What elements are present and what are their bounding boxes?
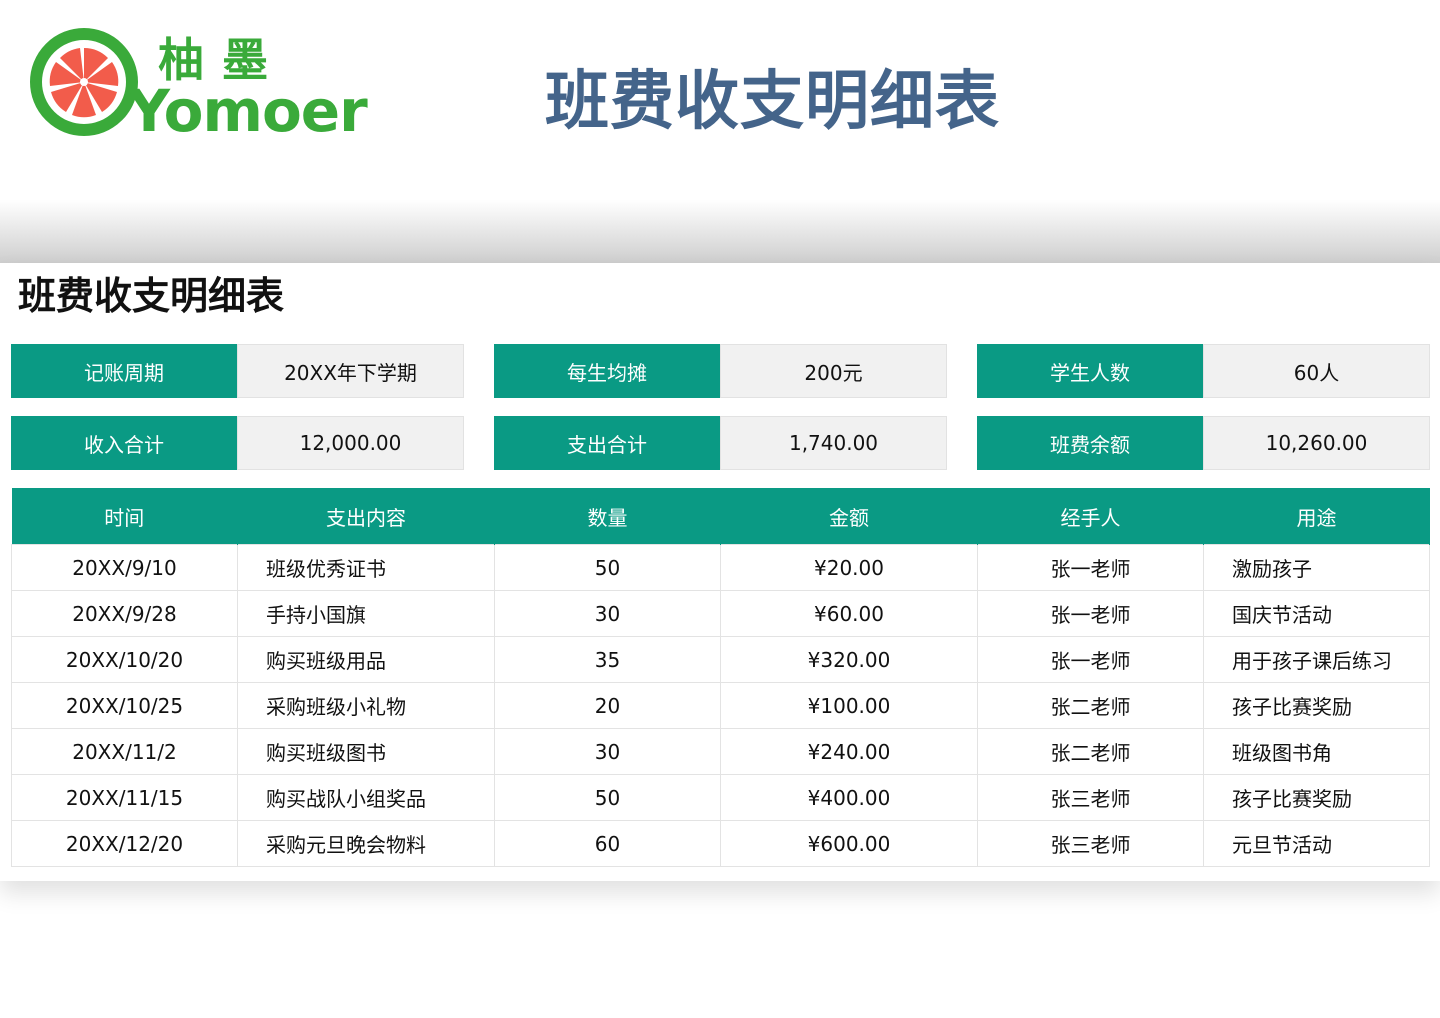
cell-handler[interactable]: 张三老师 xyxy=(977,774,1204,821)
col-header-purpose[interactable]: 用途 xyxy=(1203,488,1430,545)
col-header-amount[interactable]: 金额 xyxy=(720,488,978,545)
info-label-period: 记账周期 xyxy=(11,344,237,398)
cell-time[interactable]: 20XX/9/10 xyxy=(11,544,238,591)
cell-time[interactable]: 20XX/11/2 xyxy=(11,728,238,775)
info-label-per-student: 每生均摊 xyxy=(494,344,720,398)
table-row: 20XX/11/15 购买战队小组奖品 50 ¥400.00 张三老师 孩子比赛… xyxy=(11,774,1430,821)
cell-content[interactable]: 手持小国旗 xyxy=(237,590,495,637)
cell-purpose[interactable]: 孩子比赛奖励 xyxy=(1203,682,1430,729)
cell-content[interactable]: 采购班级小礼物 xyxy=(237,682,495,729)
info-value-student-count[interactable]: 60人 xyxy=(1203,344,1430,398)
page-title: 班费收支明细表 xyxy=(545,65,1000,139)
cell-amount[interactable]: ¥320.00 xyxy=(720,636,978,683)
info-value-per-student[interactable]: 200元 xyxy=(720,344,947,398)
col-header-time[interactable]: 时间 xyxy=(11,488,238,545)
cell-purpose[interactable]: 孩子比赛奖励 xyxy=(1203,774,1430,821)
cell-purpose[interactable]: 国庆节活动 xyxy=(1203,590,1430,637)
brand-logo: 柚墨 Yomoer xyxy=(28,24,368,140)
cell-amount[interactable]: ¥60.00 xyxy=(720,590,978,637)
info-value-period[interactable]: 20XX年下学期 xyxy=(237,344,464,398)
cell-content[interactable]: 购买班级图书 xyxy=(237,728,495,775)
info-label-income-total: 收入合计 xyxy=(11,416,237,470)
cell-purpose[interactable]: 班级图书角 xyxy=(1203,728,1430,775)
cell-handler[interactable]: 张二老师 xyxy=(977,728,1204,775)
logo-english-text: Yomoer xyxy=(128,77,368,145)
cell-handler[interactable]: 张二老师 xyxy=(977,682,1204,729)
cell-quantity[interactable]: 50 xyxy=(494,774,721,821)
cell-time[interactable]: 20XX/11/15 xyxy=(11,774,238,821)
col-header-handler[interactable]: 经手人 xyxy=(977,488,1204,545)
info-value-balance[interactable]: 10,260.00 xyxy=(1203,416,1430,470)
table-header-row: 时间 支出内容 数量 金额 经手人 用途 xyxy=(11,488,1430,545)
cell-handler[interactable]: 张三老师 xyxy=(977,820,1204,867)
table-row: 20XX/9/28 手持小国旗 30 ¥60.00 张一老师 国庆节活动 xyxy=(11,590,1430,637)
sheet-title: 班费收支明细表 xyxy=(18,274,285,318)
table-row: 20XX/10/20 购买班级用品 35 ¥320.00 张一老师 用于孩子课后… xyxy=(11,636,1430,683)
cell-content[interactable]: 班级优秀证书 xyxy=(237,544,495,591)
cell-quantity[interactable]: 30 xyxy=(494,728,721,775)
grapefruit-icon xyxy=(30,28,138,136)
cell-amount[interactable]: ¥600.00 xyxy=(720,820,978,867)
cell-quantity[interactable]: 20 xyxy=(494,682,721,729)
expense-table: 时间 支出内容 数量 金额 经手人 用途 20XX/9/10 班级优秀证书 50… xyxy=(11,488,1430,867)
cell-handler[interactable]: 张一老师 xyxy=(977,544,1204,591)
shadow-band xyxy=(0,200,1440,264)
cell-quantity[interactable]: 60 xyxy=(494,820,721,867)
table-row: 20XX/12/20 采购元旦晚会物料 60 ¥600.00 张三老师 元旦节活… xyxy=(11,820,1430,867)
cell-time[interactable]: 20XX/10/20 xyxy=(11,636,238,683)
cell-amount[interactable]: ¥400.00 xyxy=(720,774,978,821)
info-label-student-count: 学生人数 xyxy=(977,344,1203,398)
cell-purpose[interactable]: 用于孩子课后练习 xyxy=(1203,636,1430,683)
cell-content[interactable]: 购买班级用品 xyxy=(237,636,495,683)
info-label-balance: 班费余额 xyxy=(977,416,1203,470)
info-label-expense-total: 支出合计 xyxy=(494,416,720,470)
table-row: 20XX/11/2 购买班级图书 30 ¥240.00 张二老师 班级图书角 xyxy=(11,728,1430,775)
spreadsheet-panel: 班费收支明细表 记账周期 20XX年下学期 每生均摊 200元 学生人数 60人… xyxy=(0,263,1440,881)
info-value-income-total[interactable]: 12,000.00 xyxy=(237,416,464,470)
col-header-content[interactable]: 支出内容 xyxy=(237,488,495,545)
cell-content[interactable]: 购买战队小组奖品 xyxy=(237,774,495,821)
cell-amount[interactable]: ¥20.00 xyxy=(720,544,978,591)
cell-handler[interactable]: 张一老师 xyxy=(977,590,1204,637)
cell-quantity[interactable]: 35 xyxy=(494,636,721,683)
cell-quantity[interactable]: 50 xyxy=(494,544,721,591)
table-row: 20XX/10/25 采购班级小礼物 20 ¥100.00 张二老师 孩子比赛奖… xyxy=(11,682,1430,729)
cell-handler[interactable]: 张一老师 xyxy=(977,636,1204,683)
cell-amount[interactable]: ¥240.00 xyxy=(720,728,978,775)
col-header-quantity[interactable]: 数量 xyxy=(494,488,721,545)
cell-purpose[interactable]: 元旦节活动 xyxy=(1203,820,1430,867)
info-value-expense-total[interactable]: 1,740.00 xyxy=(720,416,947,470)
cell-amount[interactable]: ¥100.00 xyxy=(720,682,978,729)
table-row: 20XX/9/10 班级优秀证书 50 ¥20.00 张一老师 激励孩子 xyxy=(11,544,1430,591)
cell-purpose[interactable]: 激励孩子 xyxy=(1203,544,1430,591)
cell-time[interactable]: 20XX/12/20 xyxy=(11,820,238,867)
cell-time[interactable]: 20XX/9/28 xyxy=(11,590,238,637)
cell-time[interactable]: 20XX/10/25 xyxy=(11,682,238,729)
cell-quantity[interactable]: 30 xyxy=(494,590,721,637)
cell-content[interactable]: 采购元旦晚会物料 xyxy=(237,820,495,867)
